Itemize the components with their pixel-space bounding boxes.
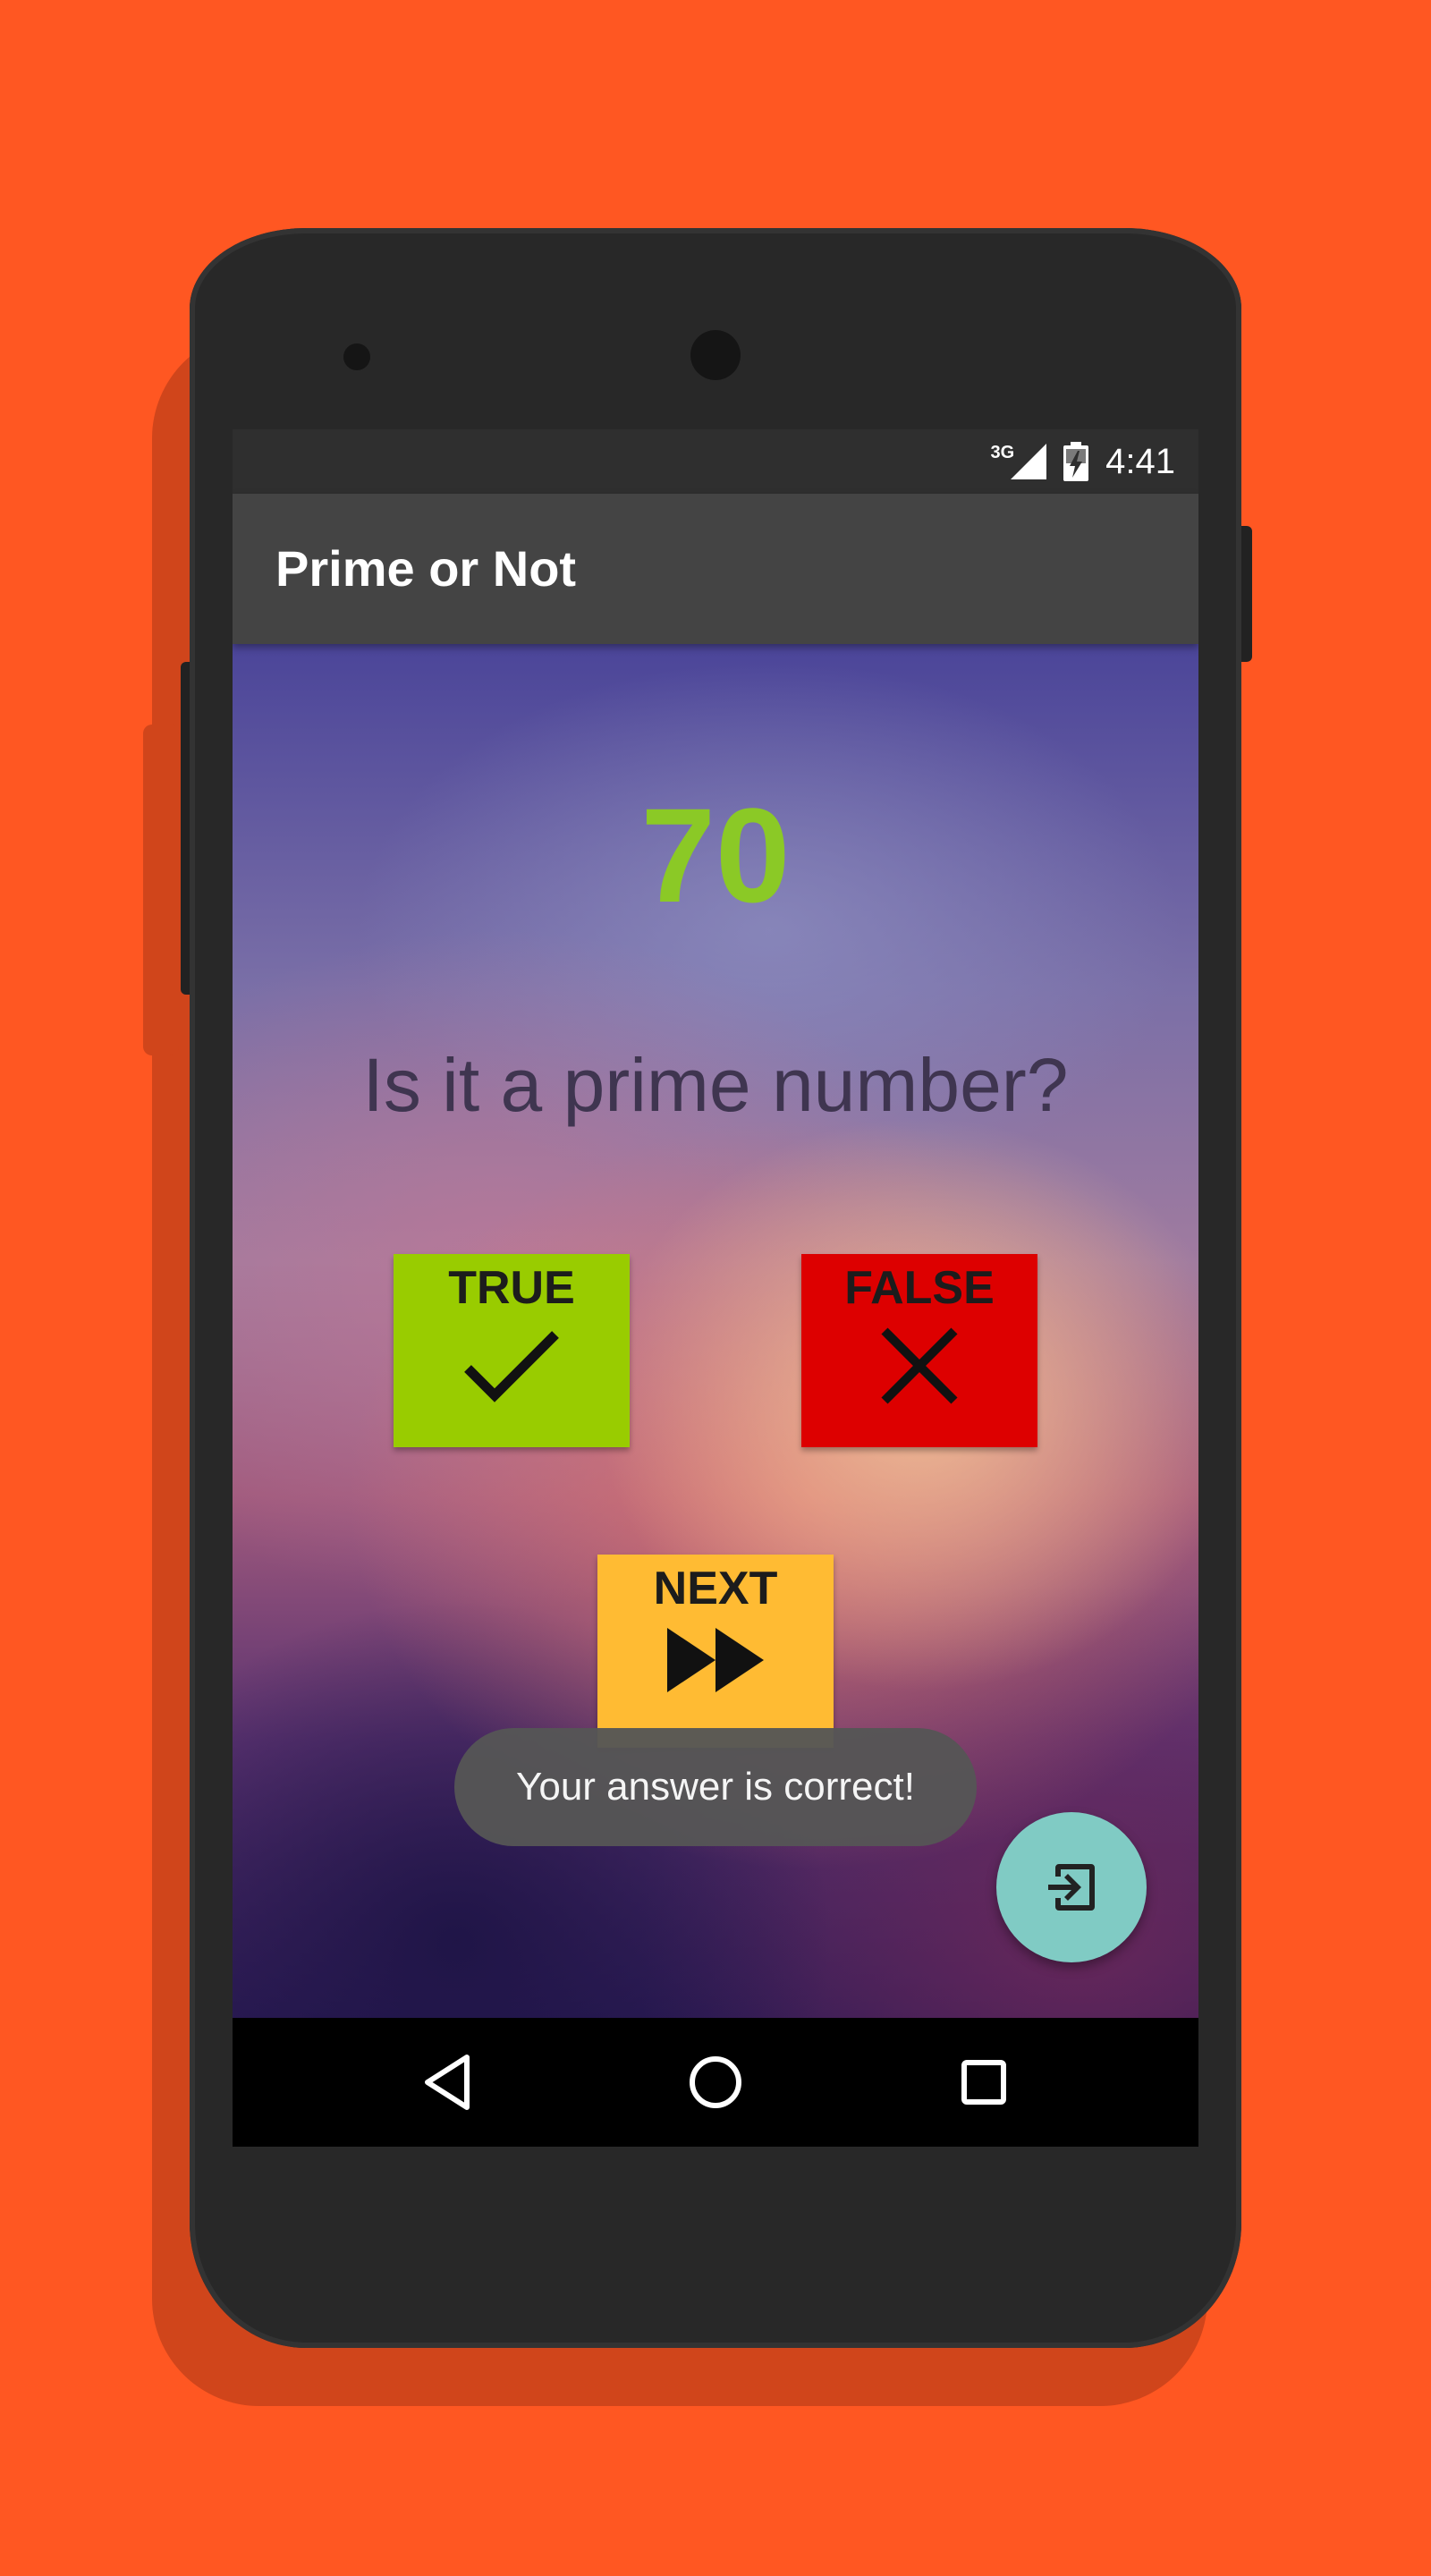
status-clock: 4:41 xyxy=(1105,441,1175,481)
front-camera xyxy=(690,330,741,380)
battery-charging-icon xyxy=(1063,442,1089,481)
quiz-question: Is it a prime number? xyxy=(362,1043,1069,1127)
exit-fab[interactable] xyxy=(996,1812,1147,1962)
true-button[interactable]: TRUE xyxy=(394,1254,630,1447)
next-button-label: NEXT xyxy=(653,1563,778,1614)
fast-forward-icon xyxy=(667,1628,764,1692)
status-icons: 3G 4:41 xyxy=(990,438,1175,485)
signal-icon xyxy=(1011,444,1047,479)
check-icon xyxy=(464,1331,559,1402)
phone-screen: 3G 4:41 Prime or Not 70 Is it a prime nu… xyxy=(233,429,1198,2147)
scene: 3G 4:41 Prime or Not 70 Is it a prime nu… xyxy=(0,0,1431,2576)
close-icon xyxy=(881,1327,958,1404)
exit-to-app-icon xyxy=(1048,1864,1095,1911)
app-title: Prime or Not xyxy=(275,540,577,597)
network-type-label: 3G xyxy=(990,442,1015,462)
toast-message: Your answer is correct! xyxy=(454,1728,977,1846)
quiz-number: 70 xyxy=(640,780,791,930)
sensor-dot xyxy=(343,343,370,370)
app-bar: Prime or Not xyxy=(233,494,1198,644)
status-bar: 3G 4:41 xyxy=(233,429,1198,494)
true-button-label: TRUE xyxy=(448,1262,575,1314)
next-button[interactable]: NEXT xyxy=(597,1555,834,1748)
false-button-label: FALSE xyxy=(844,1262,995,1314)
quiz-content: 70 Is it a prime number? TRUE FALSE NEXT xyxy=(233,644,1198,2018)
false-button[interactable]: FALSE xyxy=(801,1254,1037,1447)
recents-icon[interactable] xyxy=(948,2046,1020,2118)
navigation-bar xyxy=(233,2018,1198,2147)
phone-shadow-side xyxy=(143,724,179,1055)
home-icon[interactable] xyxy=(680,2046,751,2118)
back-icon[interactable] xyxy=(413,2046,485,2118)
